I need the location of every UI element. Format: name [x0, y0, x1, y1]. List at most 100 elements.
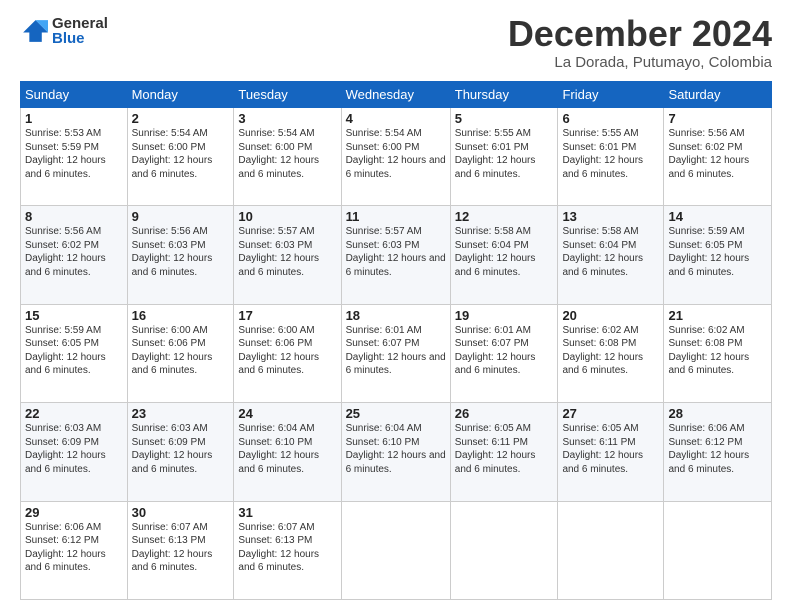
table-row: 11 Sunrise: 5:57 AM Sunset: 6:03 PM Dayl…	[341, 206, 450, 304]
daylight-label: Daylight: 12 hours and 6 minutes.	[346, 352, 446, 377]
day-number: 4	[346, 111, 446, 126]
calendar-week-row: 15 Sunrise: 5:59 AM Sunset: 6:05 PM Dayl…	[21, 304, 772, 402]
sunset-label: Sunset: 6:08 PM	[668, 338, 742, 349]
logo-icon	[20, 17, 48, 45]
daylight-label: Daylight: 12 hours and 6 minutes.	[25, 253, 106, 278]
day-info: Sunrise: 6:03 AM Sunset: 6:09 PM Dayligh…	[132, 422, 230, 476]
col-tuesday: Tuesday	[234, 82, 341, 108]
daylight-label: Daylight: 12 hours and 6 minutes.	[562, 155, 643, 180]
day-info: Sunrise: 5:56 AM Sunset: 6:02 PM Dayligh…	[25, 225, 123, 279]
sunrise-label: Sunrise: 6:04 AM	[346, 423, 422, 434]
sunrise-label: Sunrise: 5:59 AM	[668, 226, 744, 237]
calendar-table: Sunday Monday Tuesday Wednesday Thursday…	[20, 81, 772, 600]
day-info: Sunrise: 5:57 AM Sunset: 6:03 PM Dayligh…	[238, 225, 336, 279]
table-row: 2 Sunrise: 5:54 AM Sunset: 6:00 PM Dayli…	[127, 108, 234, 206]
table-row	[450, 501, 558, 599]
sunset-label: Sunset: 6:05 PM	[668, 240, 742, 251]
table-row: 23 Sunrise: 6:03 AM Sunset: 6:09 PM Dayl…	[127, 403, 234, 501]
daylight-label: Daylight: 12 hours and 6 minutes.	[238, 352, 319, 377]
sunrise-label: Sunrise: 5:54 AM	[346, 128, 422, 139]
sunset-label: Sunset: 6:00 PM	[346, 142, 420, 153]
sunset-label: Sunset: 6:01 PM	[562, 142, 636, 153]
daylight-label: Daylight: 12 hours and 6 minutes.	[668, 155, 749, 180]
day-number: 3	[238, 111, 336, 126]
day-info: Sunrise: 5:58 AM Sunset: 6:04 PM Dayligh…	[455, 225, 554, 279]
sunset-label: Sunset: 6:09 PM	[25, 437, 99, 448]
table-row: 19 Sunrise: 6:01 AM Sunset: 6:07 PM Dayl…	[450, 304, 558, 402]
day-number: 28	[668, 406, 767, 421]
day-number: 26	[455, 406, 554, 421]
day-number: 6	[562, 111, 659, 126]
day-info: Sunrise: 6:01 AM Sunset: 6:07 PM Dayligh…	[455, 324, 554, 378]
day-number: 22	[25, 406, 123, 421]
daylight-label: Daylight: 12 hours and 6 minutes.	[455, 450, 536, 475]
daylight-label: Daylight: 12 hours and 6 minutes.	[25, 155, 106, 180]
table-row: 21 Sunrise: 6:02 AM Sunset: 6:08 PM Dayl…	[664, 304, 772, 402]
daylight-label: Daylight: 12 hours and 6 minutes.	[562, 450, 643, 475]
sunrise-label: Sunrise: 6:03 AM	[25, 423, 101, 434]
header: General Blue December 2024 La Dorada, Pu…	[20, 16, 772, 71]
daylight-label: Daylight: 12 hours and 6 minutes.	[346, 450, 446, 475]
sunset-label: Sunset: 6:11 PM	[562, 437, 635, 448]
day-info: Sunrise: 6:05 AM Sunset: 6:11 PM Dayligh…	[562, 422, 659, 476]
table-row: 3 Sunrise: 5:54 AM Sunset: 6:00 PM Dayli…	[234, 108, 341, 206]
table-row: 20 Sunrise: 6:02 AM Sunset: 6:08 PM Dayl…	[558, 304, 664, 402]
sunrise-label: Sunrise: 6:00 AM	[238, 325, 314, 336]
sunrise-label: Sunrise: 5:55 AM	[562, 128, 638, 139]
calendar-week-row: 29 Sunrise: 6:06 AM Sunset: 6:12 PM Dayl…	[21, 501, 772, 599]
sunset-label: Sunset: 6:05 PM	[25, 338, 99, 349]
day-info: Sunrise: 6:04 AM Sunset: 6:10 PM Dayligh…	[346, 422, 446, 476]
sunset-label: Sunset: 6:00 PM	[132, 142, 206, 153]
day-info: Sunrise: 6:07 AM Sunset: 6:13 PM Dayligh…	[238, 521, 336, 575]
table-row: 9 Sunrise: 5:56 AM Sunset: 6:03 PM Dayli…	[127, 206, 234, 304]
sunrise-label: Sunrise: 5:54 AM	[132, 128, 208, 139]
day-info: Sunrise: 5:55 AM Sunset: 6:01 PM Dayligh…	[455, 127, 554, 181]
sunrise-label: Sunrise: 6:03 AM	[132, 423, 208, 434]
table-row: 22 Sunrise: 6:03 AM Sunset: 6:09 PM Dayl…	[21, 403, 128, 501]
daylight-label: Daylight: 12 hours and 6 minutes.	[346, 155, 446, 180]
sunset-label: Sunset: 5:59 PM	[25, 142, 99, 153]
sunrise-label: Sunrise: 6:05 AM	[562, 423, 638, 434]
sunset-label: Sunset: 6:10 PM	[238, 437, 312, 448]
sunset-label: Sunset: 6:07 PM	[346, 338, 420, 349]
sunset-label: Sunset: 6:12 PM	[25, 535, 99, 546]
day-number: 17	[238, 308, 336, 323]
logo-blue-label: Blue	[52, 31, 108, 46]
sunrise-label: Sunrise: 6:01 AM	[346, 325, 422, 336]
sunset-label: Sunset: 6:10 PM	[346, 437, 420, 448]
col-monday: Monday	[127, 82, 234, 108]
day-info: Sunrise: 6:02 AM Sunset: 6:08 PM Dayligh…	[668, 324, 767, 378]
sunrise-label: Sunrise: 6:02 AM	[668, 325, 744, 336]
daylight-label: Daylight: 12 hours and 6 minutes.	[132, 549, 213, 574]
table-row: 29 Sunrise: 6:06 AM Sunset: 6:12 PM Dayl…	[21, 501, 128, 599]
day-number: 7	[668, 111, 767, 126]
calendar-week-row: 22 Sunrise: 6:03 AM Sunset: 6:09 PM Dayl…	[21, 403, 772, 501]
daylight-label: Daylight: 12 hours and 6 minutes.	[25, 352, 106, 377]
sunrise-label: Sunrise: 6:07 AM	[238, 522, 314, 533]
day-number: 29	[25, 505, 123, 520]
daylight-label: Daylight: 12 hours and 6 minutes.	[25, 549, 106, 574]
calendar-page: General Blue December 2024 La Dorada, Pu…	[0, 0, 792, 612]
sunrise-label: Sunrise: 5:56 AM	[668, 128, 744, 139]
sunrise-label: Sunrise: 5:54 AM	[238, 128, 314, 139]
sunset-label: Sunset: 6:03 PM	[238, 240, 312, 251]
day-info: Sunrise: 5:54 AM Sunset: 6:00 PM Dayligh…	[238, 127, 336, 181]
daylight-label: Daylight: 12 hours and 6 minutes.	[132, 450, 213, 475]
logo-general-label: General	[52, 16, 108, 31]
day-number: 15	[25, 308, 123, 323]
daylight-label: Daylight: 12 hours and 6 minutes.	[25, 450, 106, 475]
table-row: 12 Sunrise: 5:58 AM Sunset: 6:04 PM Dayl…	[450, 206, 558, 304]
sunrise-label: Sunrise: 5:53 AM	[25, 128, 101, 139]
sunset-label: Sunset: 6:00 PM	[238, 142, 312, 153]
col-friday: Friday	[558, 82, 664, 108]
table-row: 13 Sunrise: 5:58 AM Sunset: 6:04 PM Dayl…	[558, 206, 664, 304]
day-info: Sunrise: 6:07 AM Sunset: 6:13 PM Dayligh…	[132, 521, 230, 575]
day-info: Sunrise: 5:59 AM Sunset: 6:05 PM Dayligh…	[668, 225, 767, 279]
sunrise-label: Sunrise: 6:00 AM	[132, 325, 208, 336]
table-row: 31 Sunrise: 6:07 AM Sunset: 6:13 PM Dayl…	[234, 501, 341, 599]
sunrise-label: Sunrise: 6:02 AM	[562, 325, 638, 336]
day-number: 9	[132, 209, 230, 224]
day-number: 2	[132, 111, 230, 126]
table-row	[664, 501, 772, 599]
sunset-label: Sunset: 6:08 PM	[562, 338, 636, 349]
